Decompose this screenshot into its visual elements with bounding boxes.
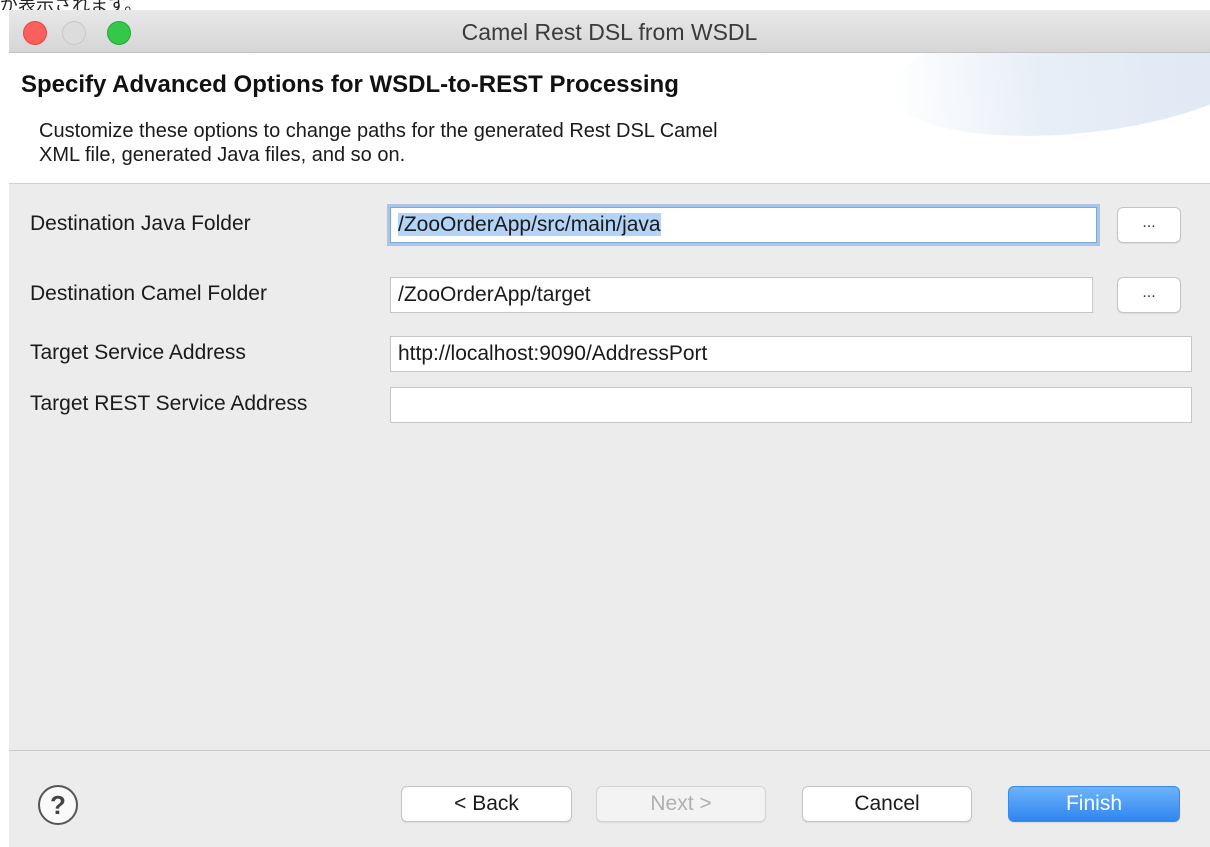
browse-java-folder-button[interactable]: ...	[1117, 207, 1181, 243]
page-title: Specify Advanced Options for WSDL-to-RES…	[21, 71, 679, 98]
destination-camel-folder-label: Destination Camel Folder	[30, 282, 267, 305]
destination-java-folder-label: Destination Java Folder	[30, 212, 251, 235]
finish-button[interactable]: Finish	[1008, 786, 1180, 822]
wizard-dialog: Camel Rest DSL from WSDL Specify Advance…	[9, 10, 1210, 847]
destination-camel-folder-input[interactable]: /ZooOrderApp/target	[390, 277, 1093, 313]
page-description-line-2: XML file, generated Java files, and so o…	[39, 144, 406, 166]
destination-java-folder-input[interactable]: /ZooOrderApp/src/main/java	[390, 207, 1097, 243]
back-button[interactable]: < Back	[401, 786, 572, 822]
page-description: Customize these options to change paths …	[39, 119, 939, 167]
page-description-line-1: Customize these options to change paths …	[39, 120, 718, 142]
footer-divider	[9, 750, 1210, 751]
browse-camel-folder-button[interactable]: ...	[1117, 277, 1181, 313]
cancel-button[interactable]: Cancel	[802, 786, 972, 822]
destination-camel-folder-value: /ZooOrderApp/target	[398, 283, 591, 306]
page-text-fragment: が表示されます。	[0, 0, 1210, 10]
title-bar: Camel Rest DSL from WSDL	[9, 10, 1210, 53]
help-icon[interactable]: ?	[38, 785, 78, 825]
target-service-address-value: http://localhost:9090/AddressPort	[398, 342, 708, 365]
destination-java-folder-value: /ZooOrderApp/src/main/java	[398, 213, 661, 236]
target-rest-service-address-input[interactable]	[390, 387, 1192, 423]
target-service-address-input[interactable]: http://localhost:9090/AddressPort	[390, 336, 1192, 372]
window-title: Camel Rest DSL from WSDL	[461, 19, 758, 45]
next-button[interactable]: Next >	[596, 786, 766, 822]
target-rest-service-address-label: Target REST Service Address	[30, 392, 308, 415]
target-service-address-label: Target Service Address	[30, 341, 246, 364]
wizard-header: Specify Advanced Options for WSDL-to-RES…	[9, 53, 1210, 184]
page-text-fragment-label: が表示されます。	[0, 0, 142, 10]
